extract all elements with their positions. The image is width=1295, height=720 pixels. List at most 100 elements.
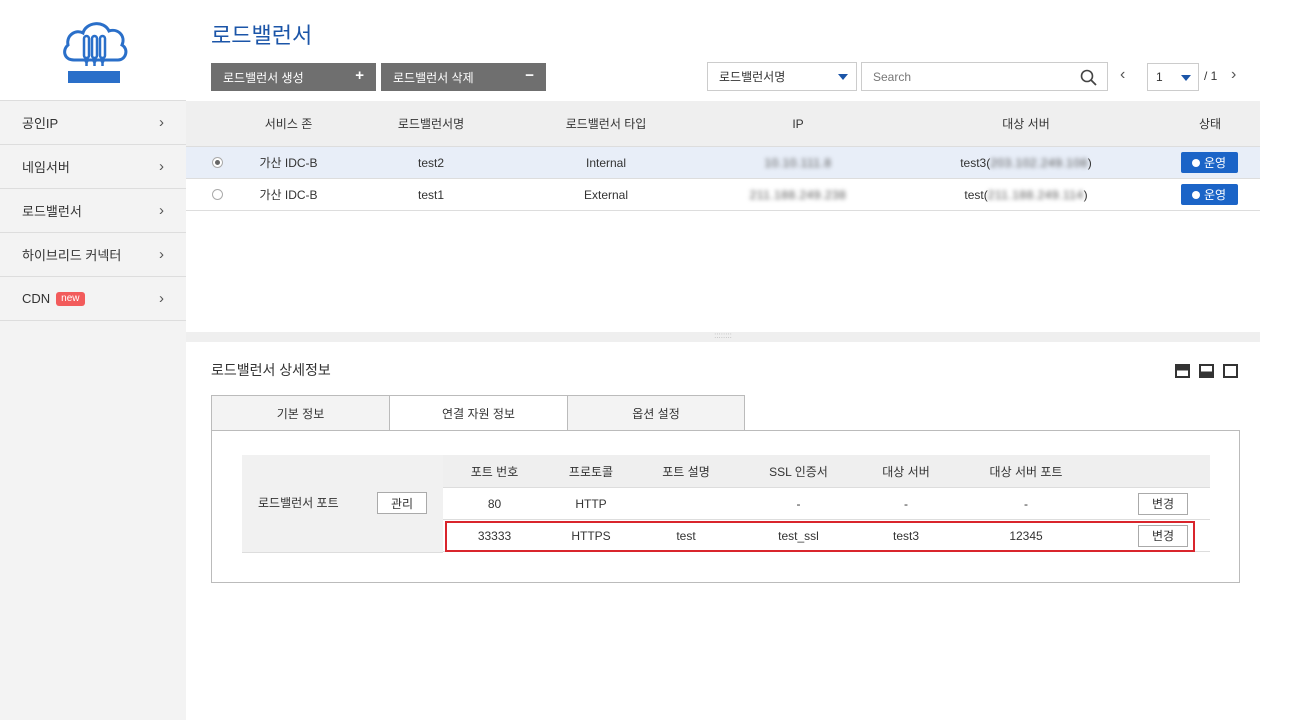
sidebar-item-hybrid-connector[interactable]: 하이브리드 커넥터 ›	[0, 233, 186, 277]
chevron-right-icon: ›	[159, 202, 164, 219]
chevron-right-icon: ›	[159, 290, 164, 307]
cell-name: test1	[417, 187, 444, 202]
search-box	[861, 62, 1108, 91]
sidebar: 공인IP › 네임서버 › 로드밸런서 › 하이브리드 커넥터 › CDN ne…	[0, 0, 186, 720]
search-icon[interactable]	[1080, 69, 1097, 86]
table-row[interactable]: 가산 IDC-B test2 Internal 10.10.111.8 test…	[186, 147, 1260, 179]
cell-target: test3	[892, 528, 919, 543]
create-button-label: 로드밸런서 생성	[223, 70, 304, 85]
maximize-panel-icon[interactable]	[1223, 364, 1238, 378]
cell-zone: 가산 IDC-B	[259, 156, 318, 170]
col-header-desc: 포트 설명	[662, 464, 710, 479]
sidebar-item-label: 네임서버	[22, 160, 70, 175]
detail-title: 로드밸런서 상세정보	[211, 362, 331, 378]
cell-port: 33333	[477, 528, 512, 543]
col-header-target-port: 대상 서버 포트	[989, 464, 1063, 479]
status-dot-icon	[1191, 190, 1200, 199]
col-header-name: 로드밸런서명	[397, 117, 465, 131]
row-radio[interactable]	[211, 157, 223, 168]
cell-target: test3(203.102.249.108)	[926, 147, 1126, 178]
cell-target: -	[904, 496, 908, 511]
chevron-right-icon: ›	[159, 246, 164, 263]
page-title: 로드밸런서	[211, 23, 313, 48]
tab-panel: 로드밸런서 포트 관리 포트 번호 프로토콜 포트 설명 SSL 인증서 대상 …	[211, 430, 1240, 583]
caret-down-icon	[1181, 75, 1191, 81]
target-name: test(	[964, 187, 988, 202]
col-header-target: 대상 서버	[1002, 117, 1050, 131]
col-header-ip: IP	[792, 116, 804, 131]
port-row: 80 HTTP - - - 변경	[443, 488, 1210, 520]
port-section-label: 로드밸런서 포트	[258, 496, 339, 510]
cell-ip: 211.188.249.238	[749, 187, 847, 202]
sidebar-item-label: 로드밸런서	[22, 204, 82, 219]
cell-target-port: -	[1024, 496, 1028, 511]
status-badge[interactable]: 운영	[1180, 184, 1238, 205]
main-content: 로드밸런서 로드밸런서 생성 + 로드밸런서 삭제 − 로드밸런서명 ‹ 1 /…	[186, 0, 1260, 720]
cell-target: test(211.188.249.114)	[926, 179, 1126, 210]
status-dot-icon	[1191, 158, 1200, 167]
half-panel-icon[interactable]	[1199, 364, 1214, 378]
create-load-balancer-button[interactable]: 로드밸런서 생성 +	[211, 63, 376, 91]
cell-protocol: HTTPS	[571, 528, 611, 543]
target-name: test3(	[960, 155, 991, 170]
cell-protocol: HTTP	[575, 496, 607, 511]
cell-ip: 10.10.111.8	[764, 155, 832, 170]
panel-splitter[interactable]: ::::::::	[186, 332, 1260, 342]
sidebar-item-name-server[interactable]: 네임서버 ›	[0, 145, 186, 189]
status-label: 운영	[1203, 156, 1227, 170]
cell-name: test2	[417, 155, 444, 170]
page-select[interactable]: 1	[1147, 63, 1199, 91]
sidebar-item-label: CDN	[22, 291, 51, 306]
page-total: / 1	[1204, 69, 1218, 83]
tab-basic-info[interactable]: 기본 정보	[211, 395, 389, 431]
sidebar-item-cdn[interactable]: CDN new ›	[0, 277, 186, 321]
cell-type: External	[583, 187, 629, 202]
cloud-server-logo-icon	[63, 22, 128, 83]
col-header-zone: 서비스 존	[264, 117, 313, 131]
new-badge: new	[56, 291, 85, 306]
next-page-icon[interactable]: ›	[1231, 66, 1236, 84]
manage-button[interactable]: 관리	[377, 492, 427, 514]
plus-icon: +	[355, 67, 364, 84]
table-row[interactable]: 가산 IDC-B test1 External 211.188.249.238 …	[186, 179, 1260, 211]
tab-connected-resources[interactable]: 연결 자원 정보	[389, 395, 567, 431]
caret-down-icon	[838, 74, 848, 80]
change-button[interactable]: 변경	[1138, 492, 1188, 515]
cell-port: 80	[487, 496, 502, 511]
prev-page-icon[interactable]: ‹	[1120, 66, 1125, 84]
delete-button-label: 로드밸런서 삭제	[393, 70, 474, 85]
cell-ssl: -	[796, 496, 801, 511]
cell-desc: test	[676, 528, 696, 543]
col-header-status: 상태	[1198, 117, 1222, 131]
target-ip: 203.102.249.108	[990, 155, 1088, 170]
cell-type: Internal	[585, 155, 627, 170]
lb-table-header: 서비스 존 로드밸런서명 로드밸런서 타입 IP 대상 서버 상태	[186, 101, 1260, 147]
search-input[interactable]	[873, 69, 1063, 84]
port-section: 로드밸런서 포트 관리 포트 번호 프로토콜 포트 설명 SSL 인증서 대상 …	[242, 455, 1210, 553]
minimize-panel-icon[interactable]	[1175, 364, 1190, 378]
row-radio[interactable]	[211, 189, 223, 200]
cell-target-port: 12345	[1009, 528, 1043, 543]
sidebar-item-load-balancer[interactable]: 로드밸런서 ›	[0, 189, 186, 233]
right-gutter	[1260, 0, 1295, 720]
current-page: 1	[1156, 70, 1163, 84]
col-header-port: 포트 번호	[470, 464, 519, 479]
chevron-right-icon: ›	[159, 114, 164, 131]
status-badge[interactable]: 운영	[1180, 152, 1238, 173]
change-button[interactable]: 변경	[1138, 524, 1188, 547]
col-header-protocol: 프로토콜	[568, 464, 614, 479]
panel-size-controls	[1175, 364, 1238, 378]
search-filter-select[interactable]: 로드밸런서명	[707, 62, 857, 91]
col-header-target: 대상 서버	[882, 464, 930, 479]
sidebar-item-public-ip[interactable]: 공인IP ›	[0, 101, 186, 145]
chevron-right-icon: ›	[159, 158, 164, 175]
sidebar-item-label: 하이브리드 커넥터	[22, 248, 122, 263]
target-close: )	[1087, 155, 1092, 170]
target-ip: 211.188.249.114	[987, 187, 1084, 202]
delete-load-balancer-button[interactable]: 로드밸런서 삭제 −	[381, 63, 546, 91]
search-filter-value: 로드밸런서명	[719, 70, 786, 84]
cell-zone: 가산 IDC-B	[259, 188, 318, 202]
port-row: 33333 HTTPS test test_ssl test3 12345 변경	[443, 520, 1210, 552]
target-close: )	[1083, 187, 1088, 202]
tab-options[interactable]: 옵션 설정	[567, 395, 745, 431]
